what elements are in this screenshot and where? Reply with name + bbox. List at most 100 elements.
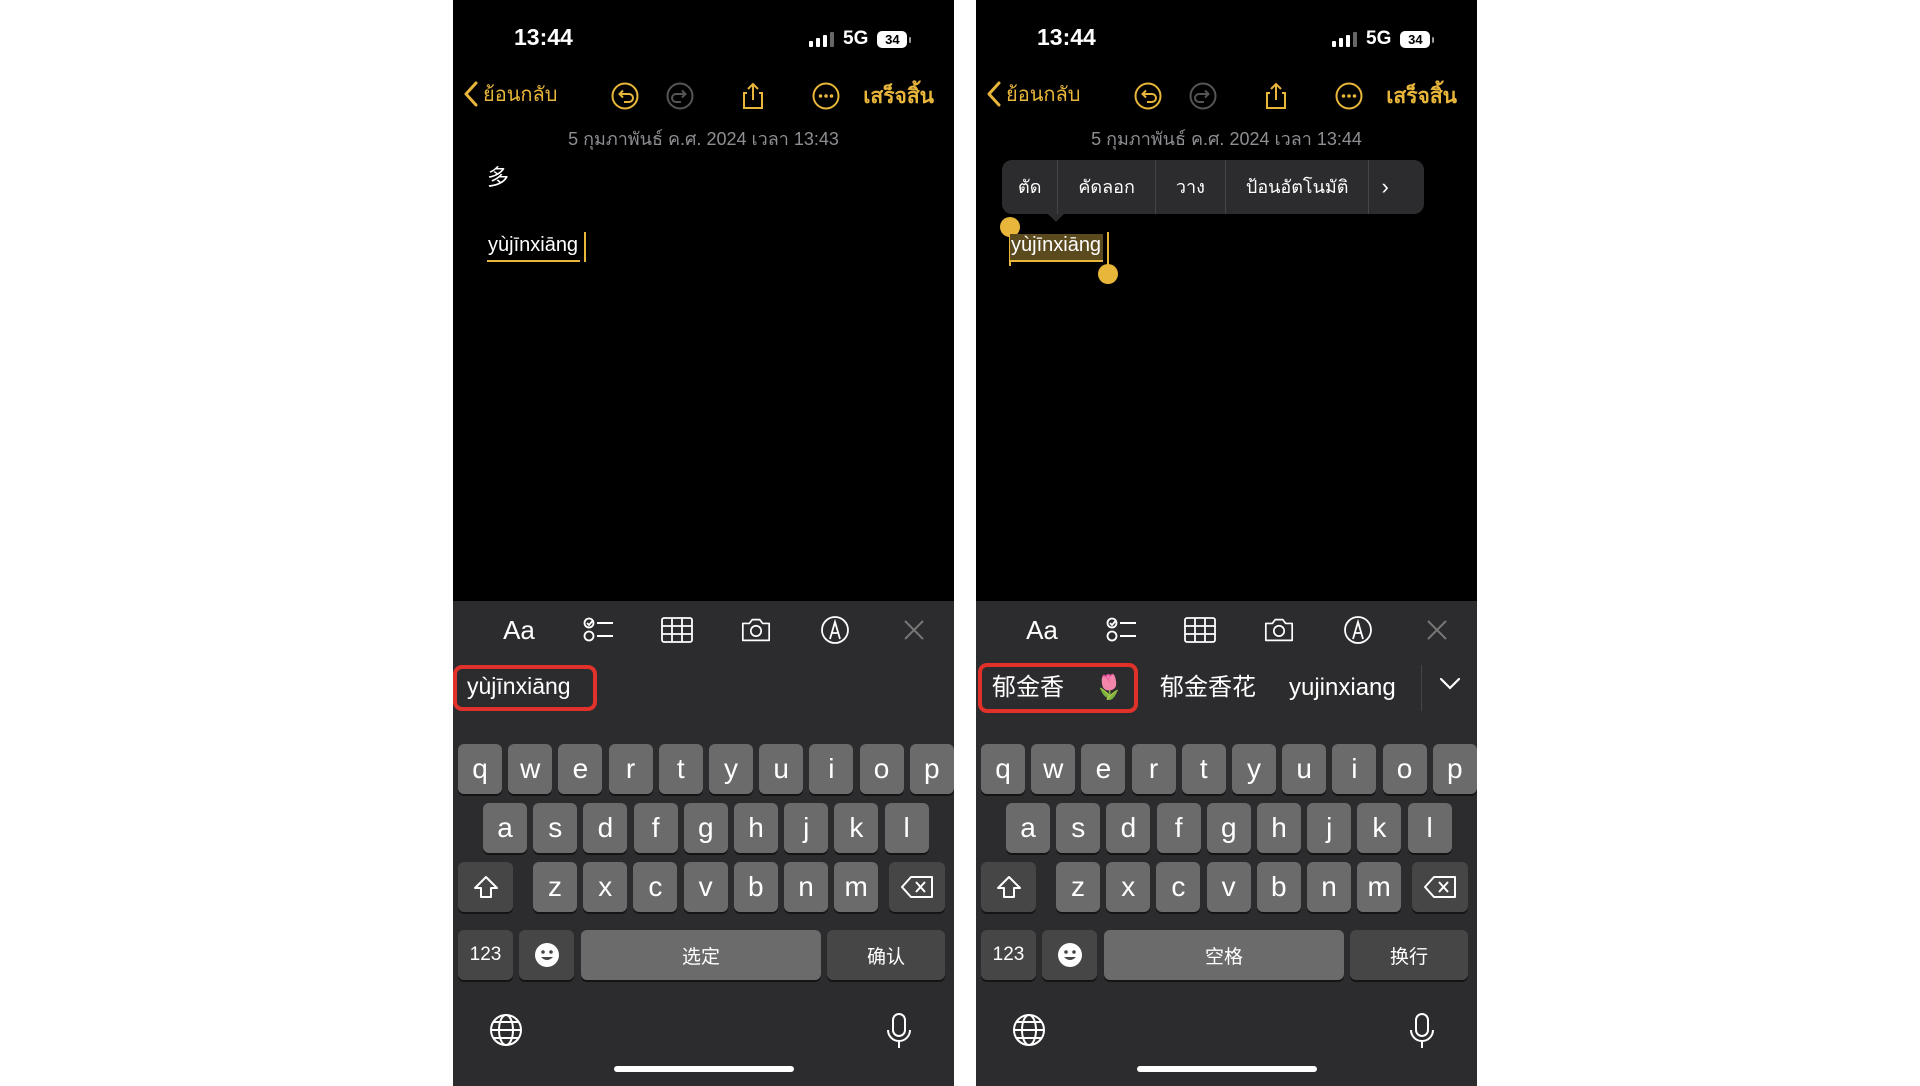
back-button[interactable]: ย้อนกลับ [986, 78, 1080, 110]
share-icon[interactable] [1261, 81, 1291, 111]
candidate-item[interactable]: yujinxiang [1289, 667, 1396, 709]
key-w[interactable]: w [508, 744, 553, 794]
redo-icon[interactable] [665, 81, 695, 111]
key-e[interactable]: e [1081, 744, 1126, 794]
markup-icon[interactable] [819, 615, 851, 645]
key-g[interactable]: g [1206, 803, 1251, 853]
key-n[interactable]: n [1307, 862, 1351, 912]
shift-icon[interactable] [981, 862, 1036, 912]
share-icon[interactable] [738, 81, 768, 111]
space-key[interactable]: 空格 [1104, 930, 1344, 980]
undo-icon[interactable] [1133, 81, 1163, 111]
numbers-key[interactable]: 123 [458, 930, 513, 980]
key-a[interactable]: a [1006, 803, 1050, 853]
key-m[interactable]: m [834, 862, 879, 912]
redo-icon[interactable] [1188, 81, 1218, 111]
back-button[interactable]: ย้อนกลับ [463, 78, 557, 110]
backspace-icon[interactable] [1412, 862, 1468, 912]
menu-cut[interactable]: ตัด [1002, 160, 1059, 214]
key-x[interactable]: x [583, 862, 628, 912]
close-icon[interactable] [1421, 615, 1453, 645]
key-n[interactable]: n [784, 862, 828, 912]
done-button[interactable]: เสร็จสิ้น [863, 80, 934, 113]
key-c[interactable]: c [633, 862, 678, 912]
emoji-icon[interactable] [519, 930, 574, 980]
key-x[interactable]: x [1106, 862, 1151, 912]
mic-icon[interactable] [884, 1012, 914, 1050]
camera-icon[interactable] [1263, 615, 1295, 645]
key-b[interactable]: b [733, 862, 778, 912]
menu-autofill[interactable]: ป้อนอัตโนมัติ [1226, 160, 1370, 214]
undo-icon[interactable] [610, 81, 640, 111]
checklist-icon[interactable] [1106, 615, 1138, 645]
key-h[interactable]: h [734, 803, 778, 853]
candidate-item[interactable]: yùjīnxiāng [453, 665, 597, 711]
globe-icon[interactable] [1011, 1012, 1047, 1048]
key-g[interactable]: g [683, 803, 728, 853]
key-a[interactable]: a [483, 803, 527, 853]
close-icon[interactable] [898, 615, 930, 645]
camera-icon[interactable] [740, 615, 772, 645]
key-k[interactable]: k [1357, 803, 1402, 853]
key-b[interactable]: b [1256, 862, 1301, 912]
key-s[interactable]: s [1056, 803, 1101, 853]
mic-icon[interactable] [1407, 1012, 1437, 1050]
markup-icon[interactable] [1342, 615, 1374, 645]
return-key[interactable]: 换行 [1350, 930, 1468, 980]
candidate-item[interactable]: 郁金香花 [1160, 667, 1256, 709]
candidate-item-selected[interactable]: 郁金香 🌷 [978, 663, 1138, 713]
key-v[interactable]: v [1206, 862, 1251, 912]
key-p[interactable]: p [1432, 744, 1477, 794]
selection-end-handle[interactable] [1098, 264, 1118, 284]
selected-pinyin-text[interactable]: yùjīnxiāng [1010, 234, 1104, 262]
key-t[interactable]: t [658, 744, 703, 794]
key-m[interactable]: m [1357, 862, 1402, 912]
key-c[interactable]: c [1156, 862, 1201, 912]
backspace-icon[interactable] [889, 862, 945, 912]
key-p[interactable]: p [909, 744, 954, 794]
key-s[interactable]: s [533, 803, 578, 853]
chevron-down-icon[interactable] [1439, 677, 1461, 691]
key-l[interactable]: l [1407, 803, 1452, 853]
key-u[interactable]: u [1282, 744, 1327, 794]
checklist-icon[interactable] [583, 615, 615, 645]
marked-pinyin-text[interactable]: yùjīnxiāng [487, 234, 581, 262]
key-q[interactable]: q [981, 744, 1025, 794]
note-text[interactable]: 多 [487, 160, 509, 192]
shift-icon[interactable] [458, 862, 513, 912]
key-y[interactable]: y [1232, 744, 1276, 794]
confirm-key[interactable]: 确认 [827, 930, 945, 980]
key-z[interactable]: z [533, 862, 577, 912]
key-j[interactable]: j [1307, 803, 1352, 853]
key-y[interactable]: y [709, 744, 753, 794]
table-icon[interactable] [661, 615, 693, 645]
key-j[interactable]: j [784, 803, 829, 853]
table-icon[interactable] [1184, 615, 1216, 645]
key-d[interactable]: d [1106, 803, 1151, 853]
more-icon[interactable] [811, 81, 841, 111]
key-i[interactable]: i [809, 744, 854, 794]
globe-icon[interactable] [488, 1012, 524, 1048]
key-l[interactable]: l [884, 803, 929, 853]
key-f[interactable]: f [1156, 803, 1201, 853]
text-format-button[interactable]: Aa [1026, 615, 1058, 645]
key-q[interactable]: q [458, 744, 502, 794]
key-r[interactable]: r [608, 744, 653, 794]
key-d[interactable]: d [583, 803, 628, 853]
key-k[interactable]: k [834, 803, 879, 853]
more-icon[interactable] [1334, 81, 1364, 111]
select-key[interactable]: 选定 [581, 930, 821, 980]
key-z[interactable]: z [1056, 862, 1100, 912]
key-f[interactable]: f [633, 803, 678, 853]
menu-copy[interactable]: คัดลอก [1058, 160, 1156, 214]
chevron-right-icon[interactable]: › [1369, 160, 1400, 214]
key-v[interactable]: v [683, 862, 728, 912]
done-button[interactable]: เสร็จสิ้น [1386, 80, 1457, 113]
key-t[interactable]: t [1181, 744, 1226, 794]
key-u[interactable]: u [759, 744, 804, 794]
emoji-icon[interactable] [1042, 930, 1097, 980]
key-o[interactable]: o [1382, 744, 1427, 794]
text-format-button[interactable]: Aa [503, 615, 535, 645]
menu-paste[interactable]: วาง [1156, 160, 1226, 214]
key-o[interactable]: o [859, 744, 904, 794]
